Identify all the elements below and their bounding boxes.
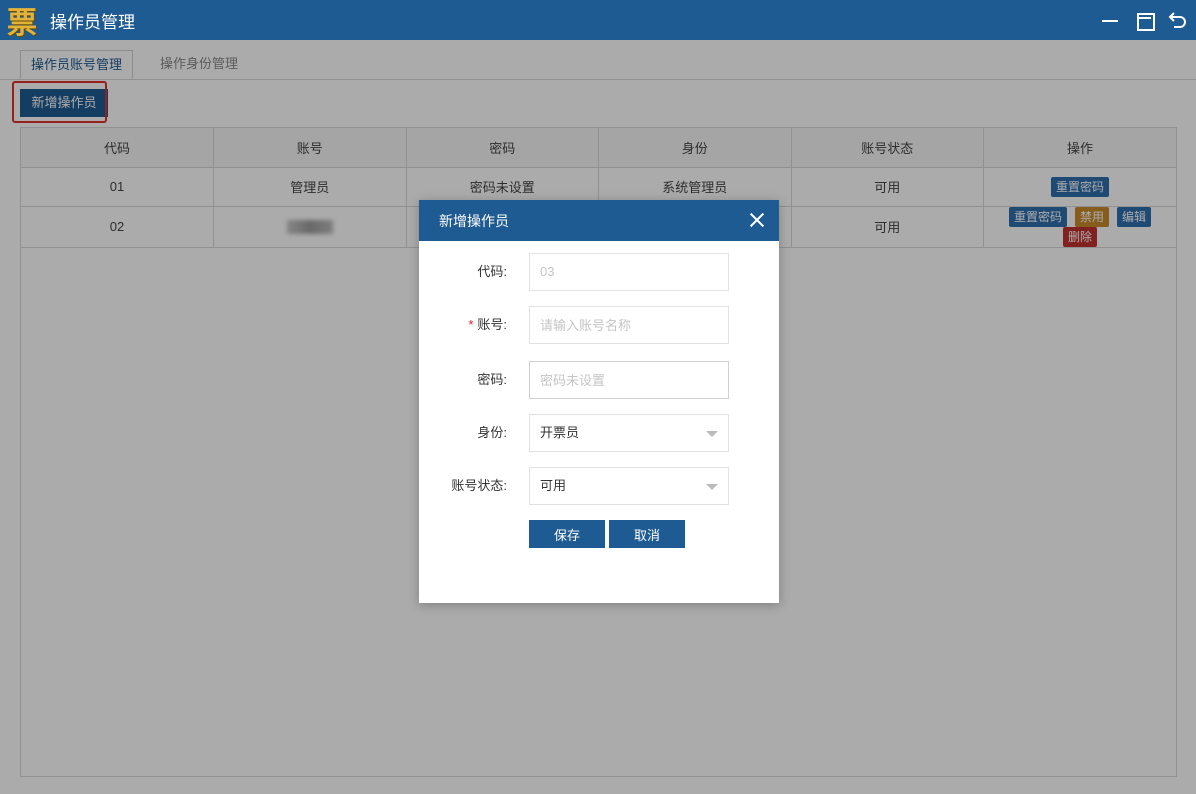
password-input[interactable] [529,361,729,399]
app-logo: 票 [4,2,40,38]
status-label: 账号状态: [451,467,507,505]
required-mark: * [468,317,473,332]
dialog-title: 新增操作员 [439,211,509,231]
back-icon[interactable] [1168,10,1188,30]
password-label: 密码: [477,361,507,399]
form-row-account: *账号: [419,306,779,344]
add-operator-dialog: 新增操作员 代码: 03 *账号: 密码: 身份: 开票员 账号状态: 可用 保… [419,200,779,603]
cancel-button[interactable]: 取消 [609,520,685,548]
status-select-value: 可用 [540,478,566,493]
code-label: 代码: [477,253,507,291]
window-controls [1100,0,1188,40]
chevron-down-icon [706,484,718,490]
role-select[interactable]: 开票员 [529,414,729,452]
role-select-value: 开票员 [540,425,579,440]
form-row-role: 身份: 开票员 [419,414,779,452]
account-input[interactable] [529,306,729,344]
chevron-down-icon [706,431,718,437]
maximize-icon[interactable] [1134,10,1154,30]
close-icon[interactable] [747,210,767,230]
role-label: 身份: [477,414,507,452]
form-row-code: 代码: 03 [419,253,779,291]
form-row-password: 密码: [419,361,779,399]
window-title: 操作员管理 [50,8,135,33]
title-bar: 票 操作员管理 [0,0,1196,40]
dialog-header: 新增操作员 [419,200,779,241]
code-field: 03 [529,253,729,291]
save-button[interactable]: 保存 [529,520,605,548]
minimize-icon[interactable] [1100,10,1120,30]
status-select[interactable]: 可用 [529,467,729,505]
account-label: *账号: [468,306,507,344]
form-row-status: 账号状态: 可用 [419,467,779,505]
